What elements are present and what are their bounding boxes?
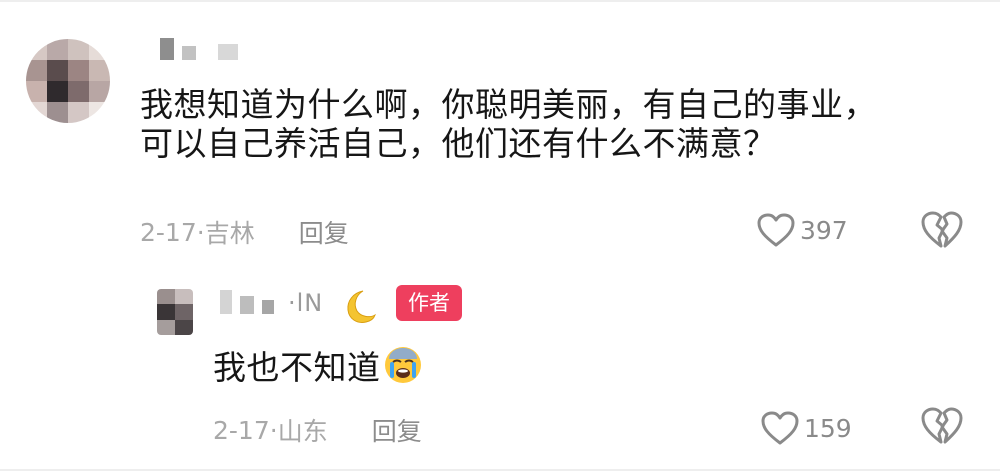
like-button-2[interactable]: 159 [760,410,852,446]
like-button[interactable]: 397 [756,212,848,248]
heart-outline-icon [757,213,795,247]
dislike-button[interactable] [920,210,964,254]
reply-button[interactable]: 回复 [299,214,349,250]
crescent-moon-emoji [347,290,376,323]
reply-text: 我也不知道 [213,345,423,388]
top-edge [0,0,1000,2]
author-badge: 作者 [396,285,462,321]
comment-text: 我想知道为什么啊，你聪明美丽，有自己的事业， 可以自己养活自己，他们还有什么不满意… [140,85,877,164]
author-name-blurred[interactable] [220,290,274,314]
commenter-avatar[interactable] [26,39,110,123]
dislike-button-2[interactable] [920,406,964,450]
comment-location: 吉林 [204,219,255,248]
like-count: 397 [800,215,848,245]
reply-text-content: 我也不知道 [213,348,381,387]
reply-location: 山东 [277,417,328,446]
comment-line-2: 可以自己养活自己，他们还有什么不满意？ [140,123,777,163]
author-name[interactable]: ·lN [288,289,323,317]
author-avatar[interactable] [157,289,193,335]
reply-button-2[interactable]: 回复 [372,412,422,448]
commenter-name-blurred[interactable] [160,38,238,60]
comment-line-1: 我想知道为什么啊，你聪明美丽，有自己的事业， [140,85,877,124]
heart-outline-icon [761,411,799,445]
broken-heart-icon [921,211,963,248]
reply-meta: 2-17· 山东 回复 [213,412,422,448]
broken-heart-icon [921,407,963,444]
comment-meta: 2-17· 吉林 回复 [140,214,349,250]
crying-face-emoji [384,347,421,383]
like-count-2: 159 [804,413,852,443]
comment-date: 2-17· [140,217,205,247]
reply-date: 2-17· [213,415,278,445]
